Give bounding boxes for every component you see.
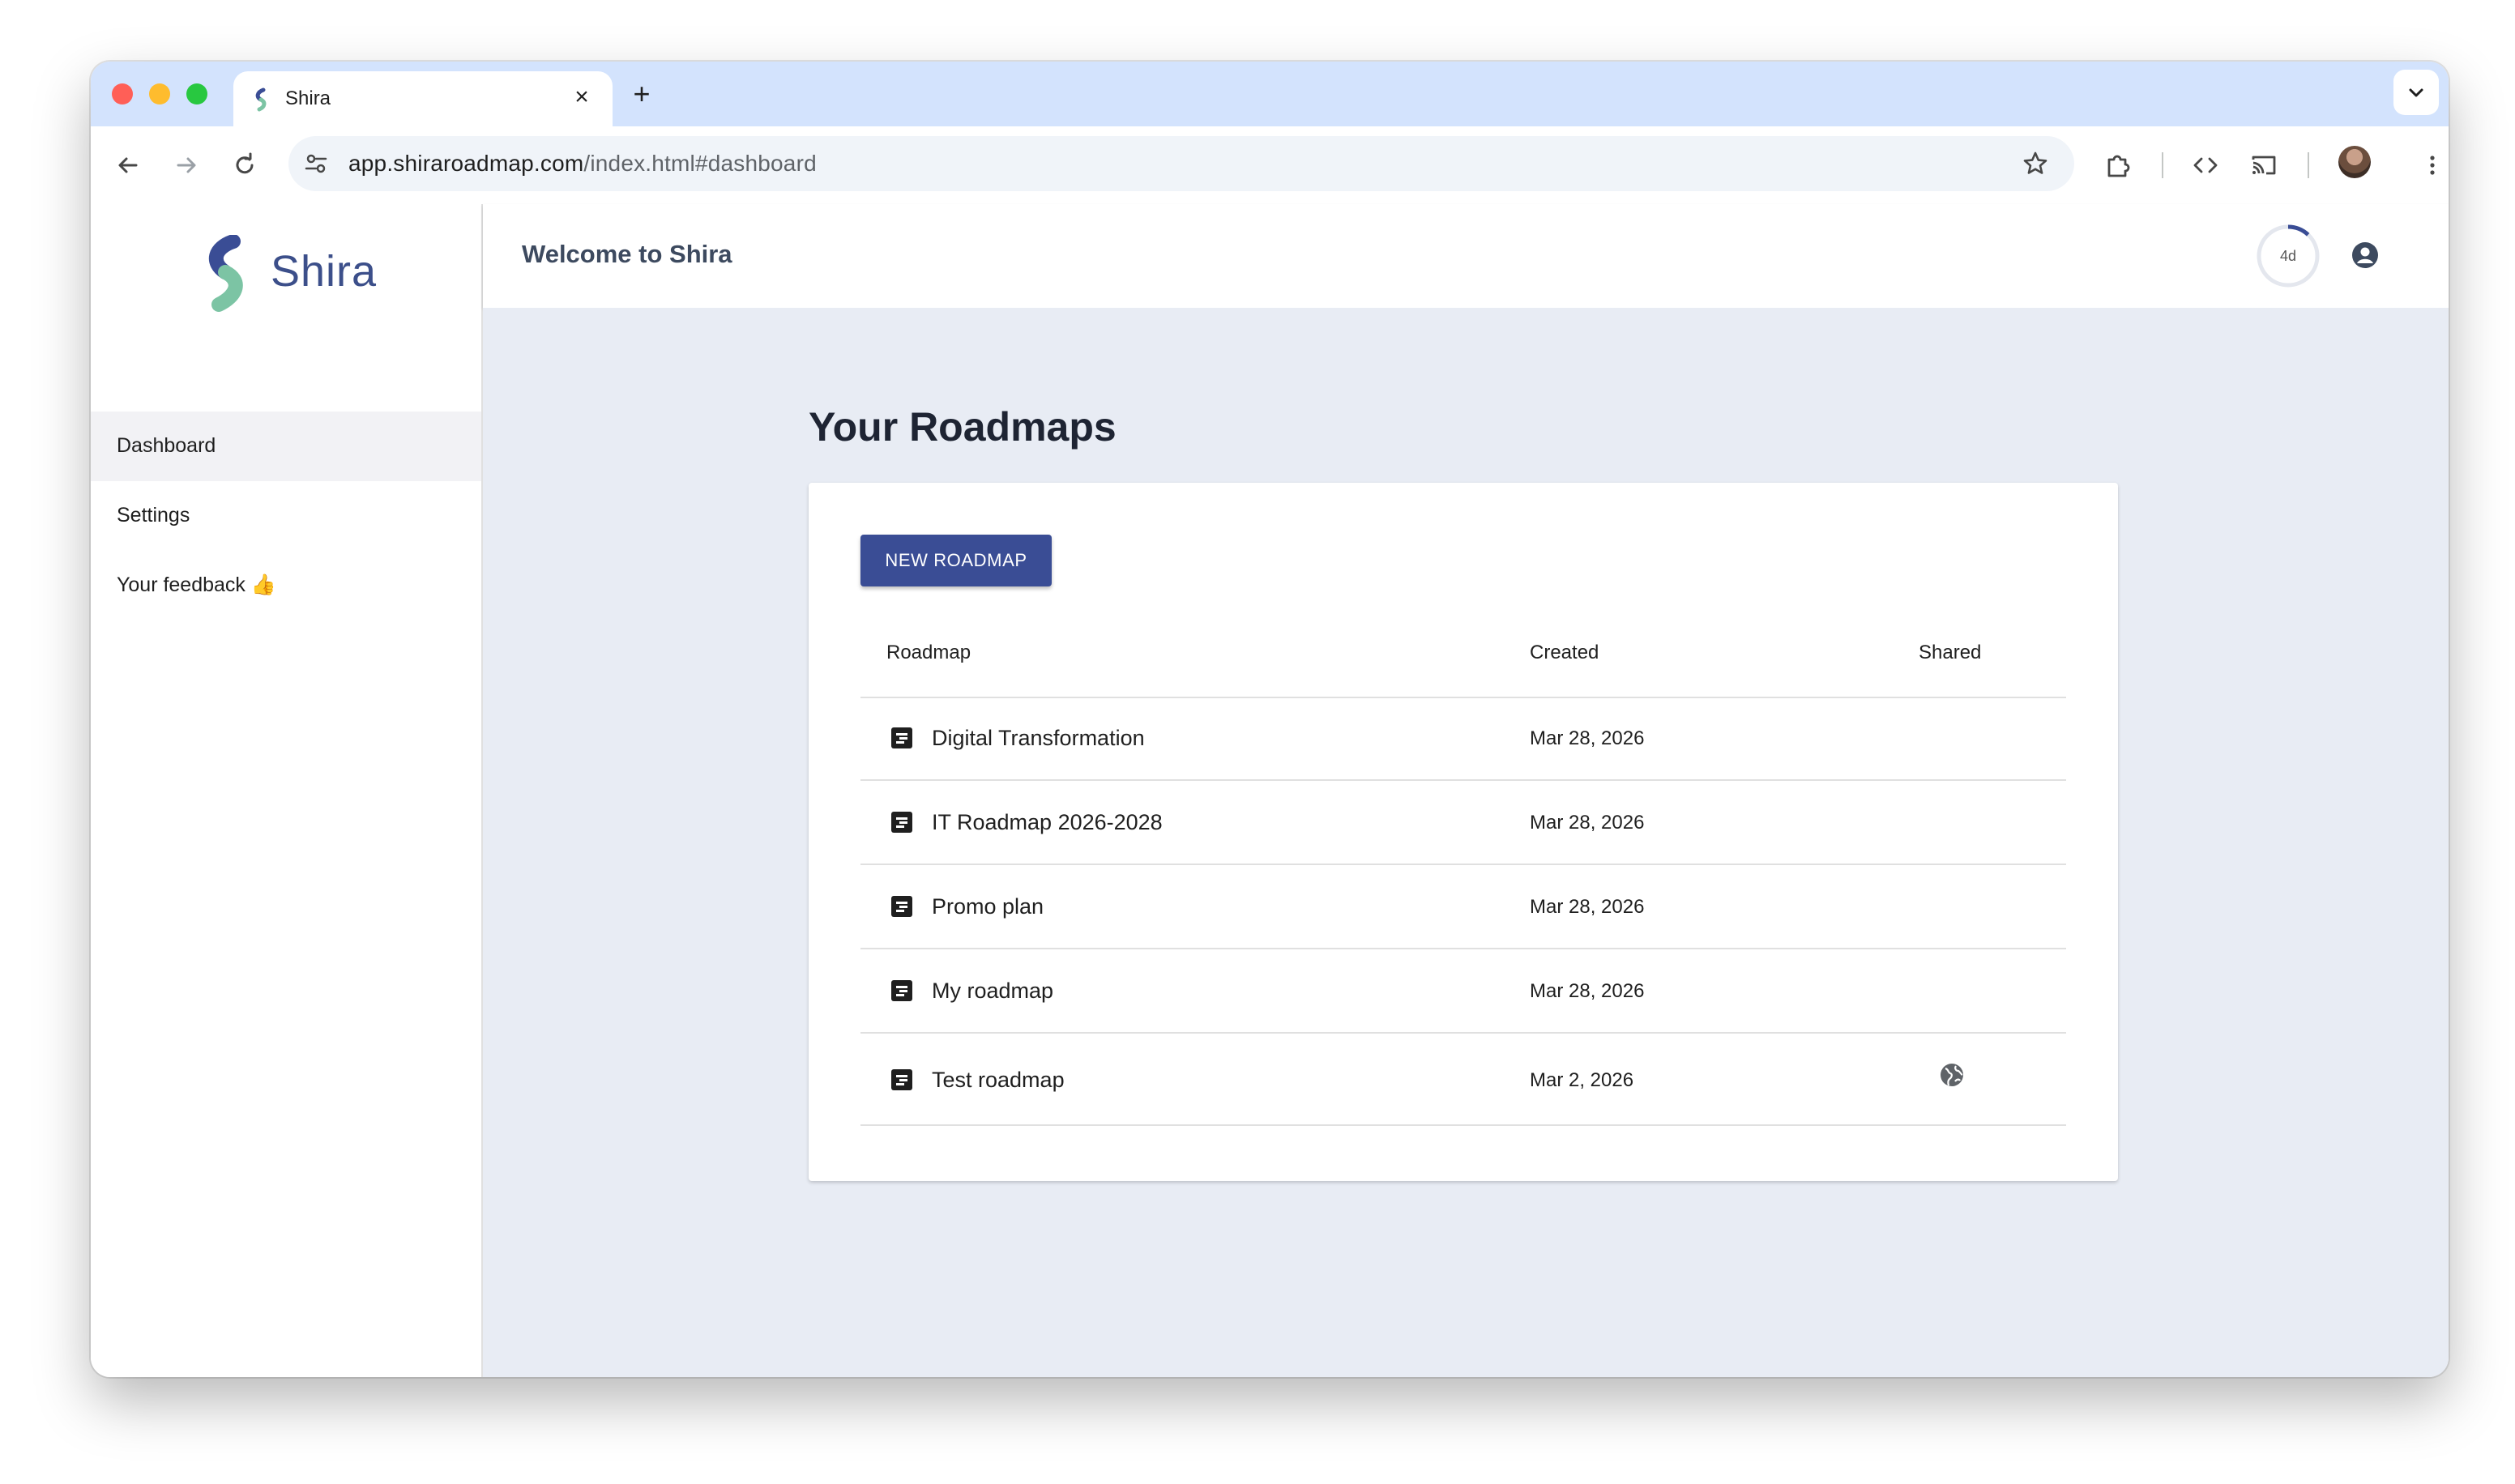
document-icon bbox=[891, 727, 912, 748]
sidebar-item-label: Dashboard bbox=[117, 434, 216, 457]
column-header-created[interactable]: Created bbox=[1530, 642, 1599, 664]
browser-menu-button[interactable] bbox=[2410, 143, 2449, 188]
welcome-title: Welcome to Shira bbox=[522, 240, 732, 268]
roadmap-created: Mar 2, 2026 bbox=[1530, 1069, 1634, 1091]
column-header-shared[interactable]: Shared bbox=[1919, 642, 1981, 664]
shira-favicon-icon bbox=[255, 87, 267, 112]
roadmap-name[interactable]: My roadmap bbox=[932, 979, 1053, 1004]
roadmap-created: Mar 28, 2026 bbox=[1530, 812, 1645, 834]
roadmap-name[interactable]: IT Roadmap 2026-2028 bbox=[932, 810, 1163, 835]
reload-icon bbox=[236, 152, 254, 174]
roadmap-created: Mar 28, 2026 bbox=[1530, 980, 1645, 1002]
document-icon bbox=[891, 1069, 912, 1090]
timer-label: 4d bbox=[2279, 248, 2297, 264]
roadmaps-card: NEW ROADMAP Roadmap Created Shared Digit… bbox=[809, 483, 2118, 1181]
new-tab-icon[interactable]: + bbox=[626, 78, 658, 110]
trial-timer[interactable]: 4d bbox=[2256, 224, 2321, 288]
forward-button[interactable] bbox=[164, 143, 209, 188]
chevron-down-icon bbox=[2409, 88, 2423, 97]
app-header: Welcome to Shira 4d bbox=[483, 204, 2449, 308]
sidebar-item-label: Settings bbox=[117, 504, 190, 527]
sidebar-item-settings[interactable]: Settings bbox=[91, 481, 481, 551]
profile-avatar[interactable] bbox=[2338, 146, 2371, 178]
roadmap-created: Mar 28, 2026 bbox=[1530, 896, 1645, 918]
close-window-button[interactable] bbox=[112, 83, 133, 104]
url-text: app.shiraroadmap.com/index.html#dashboar… bbox=[348, 151, 817, 177]
account-circle-icon[interactable] bbox=[2350, 240, 2380, 271]
toolbar-divider bbox=[2308, 152, 2309, 178]
cast-icon bbox=[2252, 156, 2276, 175]
arrow-left-icon bbox=[118, 157, 138, 173]
sidebar: Shira Dashboard Settings Your feedback 👍 bbox=[91, 204, 483, 1377]
table-row[interactable]: My roadmap Mar 28, 2026 bbox=[860, 949, 2066, 1034]
table-row[interactable]: IT Roadmap 2026-2028 Mar 28, 2026 bbox=[860, 781, 2066, 865]
page-title: Your Roadmaps bbox=[809, 404, 1117, 450]
roadmap-name[interactable]: Promo plan bbox=[932, 894, 1044, 919]
new-roadmap-button[interactable]: NEW ROADMAP bbox=[860, 535, 1052, 586]
document-icon bbox=[891, 980, 912, 1001]
table-header: Roadmap Created Shared bbox=[860, 617, 2066, 698]
devtools-button[interactable] bbox=[2183, 143, 2228, 188]
shira-logo-icon bbox=[208, 235, 243, 312]
maximize-window-button[interactable] bbox=[186, 83, 207, 104]
column-header-roadmap[interactable]: Roadmap bbox=[886, 642, 971, 664]
roadmap-created: Mar 28, 2026 bbox=[1530, 727, 1645, 749]
minimize-window-button[interactable] bbox=[149, 83, 170, 104]
site-settings-icon[interactable] bbox=[303, 151, 329, 177]
code-brackets-icon bbox=[2193, 157, 2218, 173]
back-button[interactable] bbox=[105, 143, 151, 188]
table-row[interactable]: Promo plan Mar 28, 2026 bbox=[860, 865, 2066, 949]
bookmark-star-icon[interactable] bbox=[2021, 149, 2050, 178]
tab-strip: Shira × + bbox=[91, 62, 2449, 126]
browser-tab[interactable]: Shira × bbox=[233, 71, 613, 126]
document-icon bbox=[891, 896, 912, 917]
logo-wordmark: Shira bbox=[271, 247, 378, 296]
sidebar-item-feedback[interactable]: Your feedback 👍 bbox=[91, 551, 481, 620]
url-path: /index.html#dashboard bbox=[583, 151, 817, 176]
roadmap-name[interactable]: Digital Transformation bbox=[932, 726, 1145, 751]
table-row[interactable]: Test roadmap Mar 2, 2026 bbox=[860, 1034, 2066, 1126]
cast-button[interactable] bbox=[2241, 143, 2287, 188]
sidebar-item-label: Your feedback 👍 bbox=[117, 574, 276, 596]
reload-button[interactable] bbox=[222, 143, 267, 188]
puzzle-piece-icon bbox=[2107, 155, 2130, 177]
tab-title: Shira bbox=[285, 87, 331, 109]
main-content: Your Roadmaps NEW ROADMAP Roadmap Create… bbox=[483, 308, 2449, 1377]
roadmap-name[interactable]: Test roadmap bbox=[932, 1068, 1065, 1093]
toolbar-divider bbox=[2162, 152, 2163, 178]
address-bar[interactable]: app.shiraroadmap.com/index.html#dashboar… bbox=[288, 136, 2074, 191]
globe-icon bbox=[1941, 1064, 1963, 1086]
shira-logo: Shira bbox=[198, 235, 376, 313]
extensions-button[interactable] bbox=[2095, 143, 2141, 188]
browser-window: Shira × + app.shiraroadmap.com/index.htm… bbox=[91, 62, 2449, 1377]
browser-toolbar: app.shiraroadmap.com/index.html#dashboar… bbox=[91, 126, 2449, 206]
document-icon bbox=[891, 812, 912, 833]
tab-search-button[interactable] bbox=[2393, 70, 2439, 115]
arrow-right-icon bbox=[177, 157, 196, 173]
table-row[interactable]: Digital Transformation Mar 28, 2026 bbox=[860, 697, 2066, 781]
url-domain: app.shiraroadmap.com bbox=[348, 151, 584, 176]
kebab-menu-icon bbox=[2430, 156, 2435, 175]
close-tab-icon[interactable]: × bbox=[567, 83, 596, 112]
sidebar-item-dashboard[interactable]: Dashboard bbox=[91, 412, 481, 481]
